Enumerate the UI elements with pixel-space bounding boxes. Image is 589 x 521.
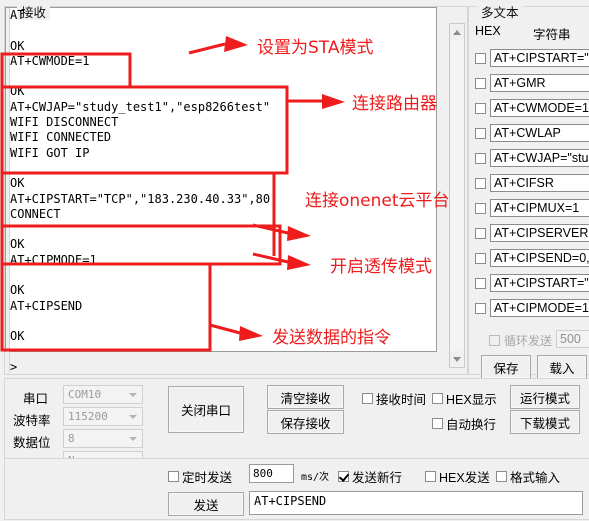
col-header-string: 字符串 (533, 28, 571, 42)
send-newline-checkbox-row[interactable]: 发送新行 (338, 467, 402, 486)
hex-display-label: HEX显示 (446, 393, 497, 407)
scroll-down-icon[interactable] (450, 351, 464, 367)
row-command-input[interactable]: AT+CWJAP="study (490, 149, 589, 167)
loop-send-label: 循环发送 (504, 334, 553, 348)
row-hex-checkbox[interactable] (475, 177, 486, 189)
row-command-input[interactable]: AT+CWMODE=1 (490, 99, 589, 117)
timed-send-label: 定时发送 (182, 471, 233, 485)
row-command-input[interactable]: AT+CIPSTART="TC (490, 274, 589, 292)
multi-text-row[interactable]: AT+CIPSEND=0,1 (475, 247, 589, 269)
multi-text-group: 多文本 HEX 字符串 AT+CIPSTART="TC AT+GMR AT+CWMO… (468, 6, 589, 379)
row-hex-checkbox[interactable] (475, 202, 486, 214)
row-hex-checkbox[interactable] (475, 152, 486, 164)
close-port-button[interactable]: 关闭串口 (168, 386, 244, 433)
save-receive-button[interactable]: 保存接收 (267, 410, 344, 434)
recv-time-checkbox[interactable] (362, 393, 373, 404)
multi-text-row[interactable]: AT+GMR (475, 72, 589, 94)
row-command-input[interactable]: AT+CWLAP (490, 124, 589, 142)
chevron-down-icon (129, 392, 137, 397)
send-group: 定时发送 800 ms/次 发送新行 HEX发送 格式输入 发送 AT+CIPS… (4, 458, 589, 520)
row-hex-checkbox[interactable] (475, 227, 486, 239)
multi-text-row[interactable]: AT+CIPMODE=1 (475, 297, 589, 319)
col-header-hex: HEX (475, 24, 501, 38)
row-command-input[interactable]: AT+CIFSR (490, 174, 589, 192)
load-button[interactable]: 载入 (537, 355, 587, 379)
baud-select[interactable]: 115200 (63, 407, 143, 426)
auto-wrap-checkbox[interactable] (432, 418, 443, 429)
format-input-label: 格式输入 (510, 471, 561, 485)
port-select[interactable]: COM10 (63, 385, 143, 404)
format-input-checkbox[interactable] (496, 471, 507, 482)
multi-text-row[interactable]: AT+CWJAP="study (475, 147, 589, 169)
row-command-input[interactable]: AT+CIPMUX=1 (490, 199, 589, 217)
send-text-input[interactable]: AT+CIPSEND (249, 491, 583, 515)
multi-text-row[interactable]: AT+CIPSTART="TC (475, 272, 589, 294)
row-hex-checkbox[interactable] (475, 77, 486, 89)
port-label: 串口 (23, 392, 49, 406)
multi-text-header: HEX 字符串 (475, 24, 589, 42)
row-command-input[interactable]: AT+CIPSTART="TC (490, 49, 589, 67)
scrollbar-track[interactable] (450, 40, 464, 351)
auto-wrap-checkbox-row[interactable]: 自动换行 (432, 414, 496, 433)
chevron-down-icon (129, 414, 137, 419)
receive-text: AT OK AT+CWMODE=1 OK AT+CWJAP="study_tes… (10, 8, 271, 374)
hex-display-checkbox-row[interactable]: HEX显示 (432, 389, 497, 408)
hex-send-checkbox[interactable] (425, 471, 436, 482)
multi-text-row[interactable]: AT+CIPSTART="TC (475, 47, 589, 69)
receive-group: 接收 AT OK AT+CWMODE=1 OK AT+CWJAP="study_… (4, 6, 468, 375)
row-command-input[interactable]: AT+CIPSEND=0,1 (490, 249, 589, 267)
recv-time-label: 接收时间 (376, 393, 427, 407)
chevron-down-icon (129, 436, 137, 441)
multi-text-row[interactable]: AT+CIFSR (475, 172, 589, 194)
scroll-up-icon[interactable] (450, 24, 464, 40)
auto-wrap-label: 自动换行 (446, 418, 497, 432)
timed-send-checkbox-row[interactable]: 定时发送 (168, 467, 232, 486)
timed-send-checkbox[interactable] (168, 471, 179, 482)
receive-textarea[interactable]: AT OK AT+CWMODE=1 OK AT+CWJAP="study_tes… (5, 7, 437, 374)
hex-send-checkbox-row[interactable]: HEX发送 (425, 467, 490, 486)
row-hex-checkbox[interactable] (475, 302, 486, 314)
send-newline-label: 发送新行 (352, 471, 403, 485)
download-mode-button[interactable]: 下载模式 (510, 410, 580, 434)
row-command-input[interactable]: AT+CIPMODE=1 (490, 299, 589, 317)
row-command-input[interactable]: AT+GMR (490, 74, 589, 92)
loop-send-interval-input[interactable]: 500 (556, 330, 589, 348)
send-newline-checkbox[interactable] (338, 471, 349, 482)
row-hex-checkbox[interactable] (475, 127, 486, 139)
multi-text-row[interactable]: AT+CIPMUX=1 (475, 197, 589, 219)
baud-label: 波特率 (13, 414, 51, 428)
run-mode-button[interactable]: 运行模式 (510, 385, 580, 409)
send-interval-input[interactable]: 800 (249, 464, 294, 483)
send-button[interactable]: 发送 (168, 492, 244, 516)
row-hex-checkbox[interactable] (475, 252, 486, 264)
row-hex-checkbox[interactable] (475, 102, 486, 114)
row-hex-checkbox[interactable] (475, 52, 486, 64)
multi-text-tab-label: 多文本 (477, 6, 523, 20)
receive-scrollbar[interactable] (449, 23, 465, 368)
format-input-checkbox-row[interactable]: 格式输入 (496, 467, 560, 486)
databits-select[interactable]: 8 (63, 429, 143, 448)
interval-unit-label: ms/次 (301, 472, 330, 483)
row-hex-checkbox[interactable] (475, 277, 486, 289)
multi-text-row[interactable]: AT+CIPSERVER=1 (475, 222, 589, 244)
loop-send-checkbox[interactable] (489, 335, 500, 346)
app-window: 接收 AT OK AT+CWMODE=1 OK AT+CWJAP="study_… (0, 0, 589, 521)
databits-label: 数据位 (13, 436, 51, 450)
multi-text-row[interactable]: AT+CWMODE=1 (475, 97, 589, 119)
multi-text-row[interactable]: AT+CWLAP (475, 122, 589, 144)
clear-receive-button[interactable]: 清空接收 (267, 385, 344, 409)
loop-send-row[interactable]: 循环发送 (489, 332, 552, 349)
row-command-input[interactable]: AT+CIPSERVER=1 (490, 224, 589, 242)
save-button[interactable]: 保存 (481, 355, 531, 379)
recv-time-checkbox-row[interactable]: 接收时间 (362, 389, 426, 408)
hex-send-label: HEX发送 (439, 471, 490, 485)
hex-display-checkbox[interactable] (432, 393, 443, 404)
